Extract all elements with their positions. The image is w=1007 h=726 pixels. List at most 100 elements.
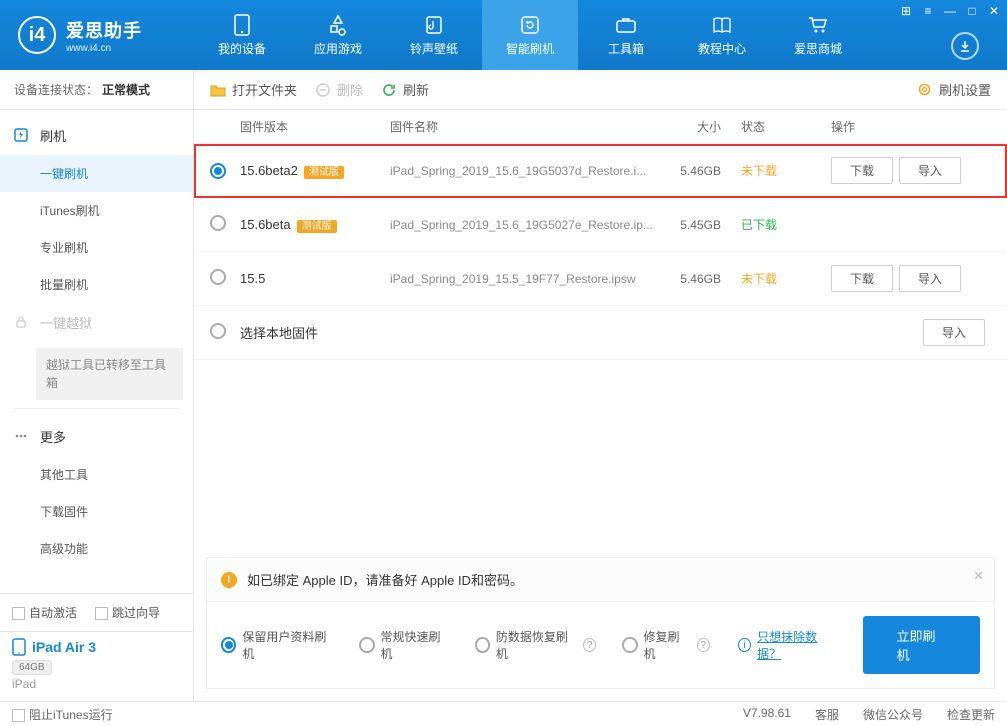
firmware-size: 5.45GB bbox=[661, 218, 741, 232]
firmware-status: 未下载 bbox=[741, 270, 831, 287]
close-button[interactable]: ✕ bbox=[987, 4, 1001, 18]
divider bbox=[14, 408, 179, 409]
close-notice-button[interactable]: ✕ bbox=[973, 568, 984, 584]
status-bar: 阻止iTunes运行 V7.98.61 客服 微信公众号 检查更新 bbox=[0, 701, 1007, 726]
sidebar-item-other-tools[interactable]: 其他工具 bbox=[0, 456, 193, 493]
download-manager-button[interactable] bbox=[951, 32, 979, 60]
support-link[interactable]: 客服 bbox=[815, 706, 839, 723]
maximize-button[interactable]: □ bbox=[965, 4, 979, 18]
capacity-badge: 64GB bbox=[12, 660, 52, 675]
opt-anti-recovery[interactable]: 防数据恢复刷机? bbox=[475, 628, 597, 662]
notice-bar: ! 如已绑定 Apple ID，请准备好 Apple ID和密码。 ✕ bbox=[206, 557, 995, 601]
nav-apps[interactable]: 应用游戏 bbox=[290, 0, 386, 70]
column-headers: 固件版本 固件名称 大小 状态 操作 bbox=[194, 110, 1007, 144]
nav-flash[interactable]: 智能刷机 bbox=[482, 0, 578, 70]
firmware-row[interactable]: 15.6beta2 测试版 iPad_Spring_2019_15.6_19G503… bbox=[194, 144, 1007, 198]
gear-icon bbox=[917, 82, 933, 98]
menu-icon[interactable]: ≡ bbox=[921, 4, 935, 18]
sidebar-group-flash[interactable]: 刷机 bbox=[0, 116, 193, 155]
refresh-button[interactable]: 刷新 bbox=[381, 80, 429, 99]
firmware-status: 未下载 bbox=[741, 162, 831, 179]
opt-keep-data[interactable]: 保留用户资料刷机 bbox=[221, 628, 333, 662]
auto-activate-checkbox[interactable]: 自动激活 bbox=[12, 604, 77, 621]
apps-icon bbox=[327, 14, 349, 36]
nav-store[interactable]: 爱思商城 bbox=[770, 0, 866, 70]
block-itunes-checkbox[interactable]: 阻止iTunes运行 bbox=[12, 706, 113, 723]
more-icon bbox=[14, 429, 30, 445]
flash-icon bbox=[14, 128, 30, 144]
import-button[interactable]: 导入 bbox=[899, 157, 961, 184]
cart-icon bbox=[807, 14, 829, 36]
flash-settings-button[interactable]: 刷机设置 bbox=[917, 80, 991, 99]
radio-local[interactable] bbox=[210, 323, 226, 339]
sidebar-item-batch-flash[interactable]: 批量刷机 bbox=[0, 266, 193, 303]
col-size: 大小 bbox=[661, 118, 741, 135]
firmware-name: iPad_Spring_2019_15.6_19G5027e_Restore.i… bbox=[390, 218, 661, 232]
radio-select[interactable] bbox=[210, 163, 226, 179]
flash-now-button[interactable]: 立即刷机 bbox=[863, 616, 980, 674]
logo-icon: i4 bbox=[18, 16, 56, 54]
col-ops: 操作 bbox=[831, 118, 991, 135]
nav-tutorial[interactable]: 教程中心 bbox=[674, 0, 770, 70]
sidebar-item-advanced[interactable]: 高级功能 bbox=[0, 530, 193, 567]
firmware-row[interactable]: 15.6beta测试版iPad_Spring_2019_15.6_19G5027… bbox=[194, 198, 1007, 252]
open-folder-button[interactable]: 打开文件夹 bbox=[210, 80, 297, 99]
sidebar-item-download-fw[interactable]: 下载固件 bbox=[0, 493, 193, 530]
radio-select[interactable] bbox=[210, 215, 226, 231]
grid-icon[interactable]: ⊞ bbox=[899, 4, 913, 18]
phone-icon bbox=[231, 14, 253, 36]
col-version: 固件版本 bbox=[240, 118, 390, 135]
sidebar-item-pro-flash[interactable]: 专业刷机 bbox=[0, 229, 193, 266]
erase-link[interactable]: 只想抹除数据？ bbox=[757, 628, 836, 662]
sidebar-group-jailbreak: 一键越狱 bbox=[0, 303, 193, 342]
radio-select[interactable] bbox=[210, 269, 226, 285]
device-info: iPad Air 3 64GB iPad bbox=[0, 631, 193, 701]
help-icon[interactable]: ? bbox=[583, 638, 596, 652]
version-text: 15.5 bbox=[240, 271, 265, 286]
nav-my-device[interactable]: 我的设备 bbox=[194, 0, 290, 70]
delete-button: 删除 bbox=[315, 80, 363, 99]
nav-ringtones[interactable]: 铃声壁纸 bbox=[386, 0, 482, 70]
version-text: 15.6beta bbox=[240, 217, 291, 232]
local-firmware-row[interactable]: 选择本地固件 导入 bbox=[194, 306, 1007, 360]
device-type: iPad bbox=[12, 677, 181, 691]
version-text: 15.6beta2 bbox=[240, 163, 298, 178]
refresh-icon bbox=[519, 14, 541, 36]
app-title: 爱思助手 bbox=[66, 17, 142, 43]
device-name[interactable]: iPad Air 3 bbox=[12, 638, 181, 656]
opt-normal[interactable]: 常规快速刷机 bbox=[359, 628, 448, 662]
import-local-button[interactable]: 导入 bbox=[923, 319, 985, 346]
warning-icon: ! bbox=[221, 572, 237, 588]
download-button[interactable]: 下载 bbox=[831, 157, 893, 184]
firmware-name: iPad_Spring_2019_15.6_19G5037d_Restore.i… bbox=[390, 164, 661, 178]
beta-badge: 测试版 bbox=[304, 166, 344, 179]
sidebar-item-itunes-flash[interactable]: iTunes刷机 bbox=[0, 192, 193, 229]
firmware-row[interactable]: 15.5iPad_Spring_2019_15.5_19F77_Restore.… bbox=[194, 252, 1007, 306]
flash-options: 保留用户资料刷机 常规快速刷机 防数据恢复刷机? 修复刷机? i只想抹除数据？ … bbox=[206, 601, 995, 689]
sidebar-group-more[interactable]: 更多 bbox=[0, 417, 193, 456]
music-icon bbox=[423, 14, 445, 36]
help-icon[interactable]: ? bbox=[697, 638, 710, 652]
minimize-button[interactable]: — bbox=[943, 4, 957, 18]
reload-icon bbox=[381, 82, 397, 98]
opt-repair[interactable]: 修复刷机? bbox=[622, 628, 709, 662]
delete-icon bbox=[315, 82, 331, 98]
wechat-link[interactable]: 微信公众号 bbox=[863, 706, 923, 723]
skip-guide-checkbox[interactable]: 跳过向导 bbox=[95, 604, 160, 621]
main-panel: 打开文件夹 删除 刷新 刷机设置 固件版本 固件名称 大小 状态 操作 15.6… bbox=[194, 70, 1007, 701]
logo: i4 爱思助手 www.i4.cn bbox=[0, 16, 194, 54]
toolbox-icon bbox=[615, 14, 637, 36]
app-url: www.i4.cn bbox=[66, 43, 142, 54]
download-button[interactable]: 下载 bbox=[831, 265, 893, 292]
col-status: 状态 bbox=[741, 118, 831, 135]
import-button[interactable]: 导入 bbox=[899, 265, 961, 292]
nav-toolbox[interactable]: 工具箱 bbox=[578, 0, 674, 70]
check-update-link[interactable]: 检查更新 bbox=[947, 706, 995, 723]
connection-status: 设备连接状态：正常模式 bbox=[0, 70, 193, 110]
top-nav: 我的设备 应用游戏 铃声壁纸 智能刷机 工具箱 教程中心 爱思商城 bbox=[194, 0, 866, 70]
sidebar-item-oneclick-flash[interactable]: 一键刷机 bbox=[0, 155, 193, 192]
lock-icon bbox=[14, 315, 30, 331]
firmware-status: 已下载 bbox=[741, 216, 831, 233]
window-controls: ⊞ ≡ — □ ✕ bbox=[899, 4, 1001, 18]
app-header: i4 爱思助手 www.i4.cn 我的设备 应用游戏 铃声壁纸 智能刷机 工具… bbox=[0, 0, 1007, 70]
